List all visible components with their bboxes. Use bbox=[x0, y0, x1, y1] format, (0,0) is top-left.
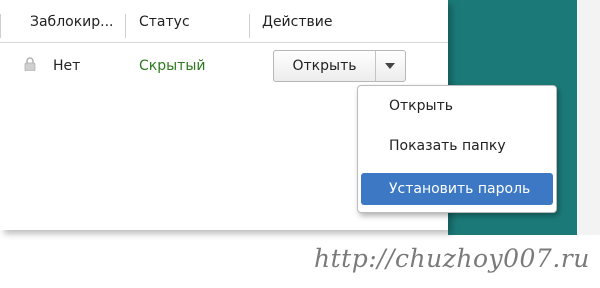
menu-item-set-password[interactable]: Установить пароль bbox=[361, 173, 553, 205]
lock-icon bbox=[24, 56, 36, 72]
table-header: Заблокир... Статус Действие bbox=[0, 0, 448, 43]
open-button[interactable]: Открыть bbox=[274, 51, 376, 81]
column-divider bbox=[0, 14, 1, 38]
column-divider[interactable] bbox=[125, 14, 126, 38]
column-header-status[interactable]: Статус bbox=[139, 0, 190, 42]
menu-item-show-folder[interactable]: Показать папку bbox=[361, 130, 553, 162]
background-edge bbox=[577, 0, 600, 235]
column-divider[interactable] bbox=[249, 14, 250, 38]
watermark-text: http://chuzhoy007.ru bbox=[314, 244, 590, 273]
open-split-button[interactable]: Открыть bbox=[273, 50, 406, 82]
chevron-down-icon bbox=[385, 63, 395, 69]
dropdown-toggle-button[interactable] bbox=[375, 51, 405, 81]
blocked-value: Нет bbox=[53, 58, 81, 74]
menu-item-open[interactable]: Открыть bbox=[361, 90, 553, 122]
column-header-blocked[interactable]: Заблокир... bbox=[30, 0, 114, 42]
status-value: Скрытый bbox=[139, 58, 206, 74]
column-header-action[interactable]: Действие bbox=[262, 0, 332, 42]
action-dropdown-menu: Открыть Показать папку Установить пароль bbox=[357, 85, 557, 213]
